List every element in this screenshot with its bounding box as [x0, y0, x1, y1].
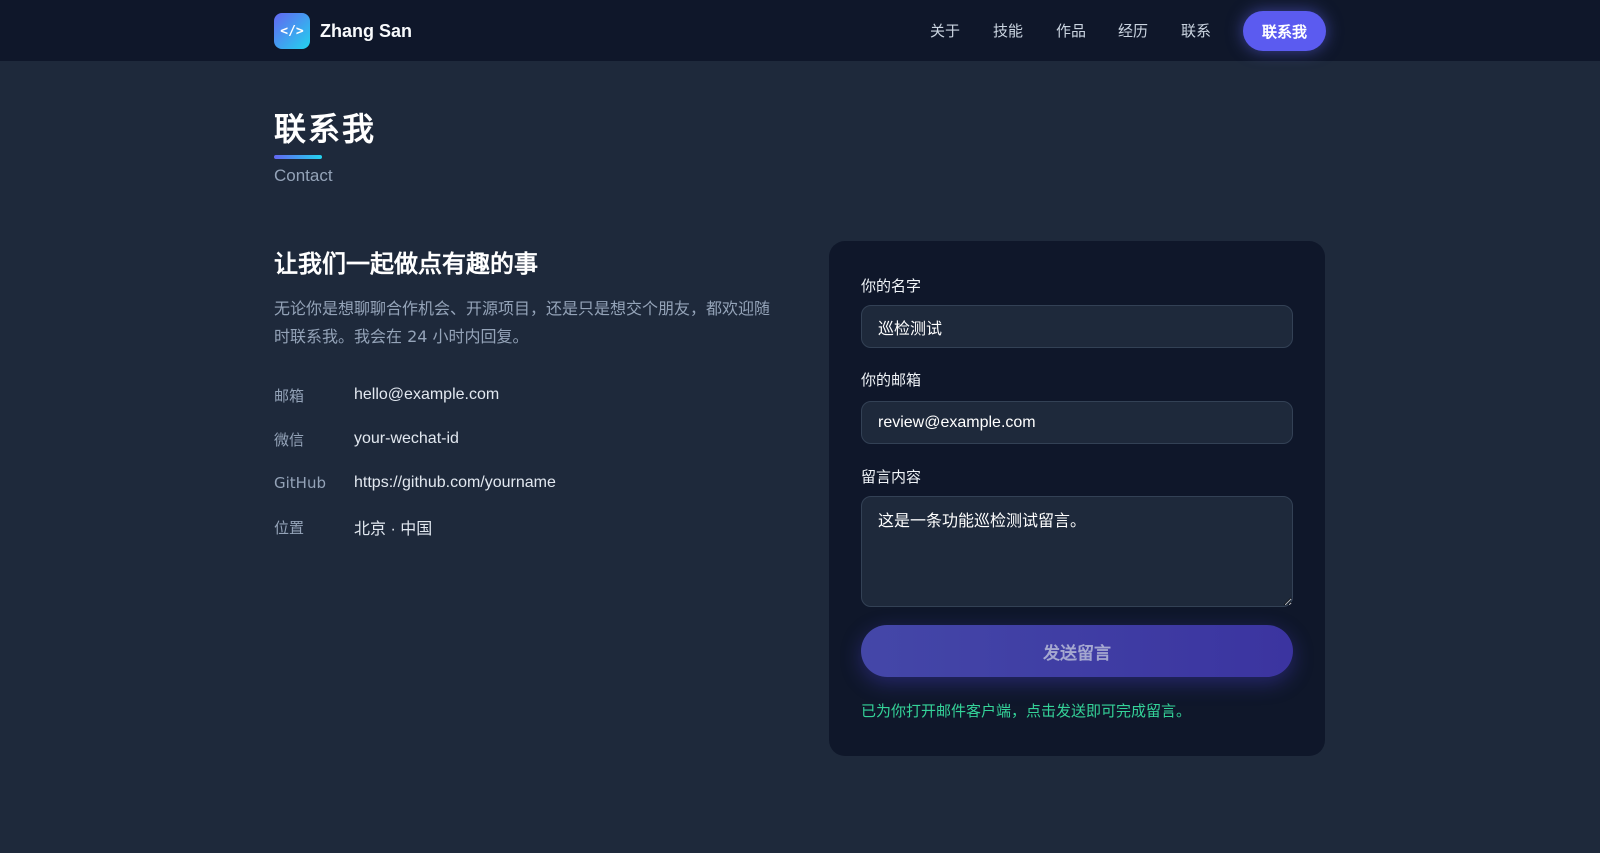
contact-info-label: 位置 [274, 518, 305, 537]
navbar: </> Zhang San 关于 技能 作品 经历 联系 联系我 [0, 0, 1600, 61]
title-underline [274, 155, 322, 159]
contact-info-value: 北京 · 中国 [354, 521, 433, 538]
contact-info-value[interactable]: https://github.com/yourname [354, 474, 556, 492]
nav-link-experience[interactable]: 经历 [1118, 20, 1148, 41]
message-textarea[interactable]: 这是一条功能巡检测试留言。 [861, 496, 1293, 607]
status-message: 已为你打开邮件客户端，点击发送即可完成留言。 [861, 702, 1192, 720]
email-field-label: 你的邮箱 [861, 371, 922, 389]
contact-me-button[interactable]: 联系我 [1243, 11, 1326, 51]
contact-info-wechat: 微信 your-wechat-id [274, 428, 459, 450]
nav-link-skills[interactable]: 技能 [993, 20, 1023, 41]
contact-info-email: 邮箱 hello@example.com [274, 384, 499, 406]
contact-info-label: GitHub [274, 474, 326, 492]
contact-info-value[interactable]: hello@example.com [354, 386, 499, 404]
name-field-label: 你的名字 [861, 277, 922, 295]
message-field-label: 留言内容 [861, 468, 922, 486]
nav-link-contact[interactable]: 联系 [1181, 20, 1211, 41]
contact-info-label: 邮箱 [274, 386, 305, 405]
page-subtitle: Contact [274, 166, 333, 185]
contact-info-label: 微信 [274, 430, 305, 449]
name-input[interactable] [861, 305, 1293, 348]
send-message-button[interactable]: 发送留言 [861, 625, 1293, 677]
contact-info-value: your-wechat-id [354, 430, 459, 447]
page-title: 联系我 [274, 110, 377, 148]
nav-link-works[interactable]: 作品 [1056, 20, 1086, 41]
contact-info-location: 位置 北京 · 中国 [274, 516, 433, 539]
contact-form: 你的名字 你的邮箱 留言内容 这是一条功能巡检测试留言。 发送留言 已为你打开邮… [829, 241, 1325, 756]
intro-description: 无论你是想聊聊合作机会、开源项目，还是只是想交个朋友，都欢迎随时联系我。我会在 … [274, 299, 771, 346]
nav-links: 关于 技能 作品 经历 联系 [0, 0, 1600, 61]
intro-heading: 让我们一起做点有趣的事 [274, 250, 538, 278]
nav-link-about[interactable]: 关于 [930, 20, 960, 41]
email-input[interactable] [861, 401, 1293, 444]
contact-info-github: GitHub https://github.com/yourname [274, 472, 556, 494]
